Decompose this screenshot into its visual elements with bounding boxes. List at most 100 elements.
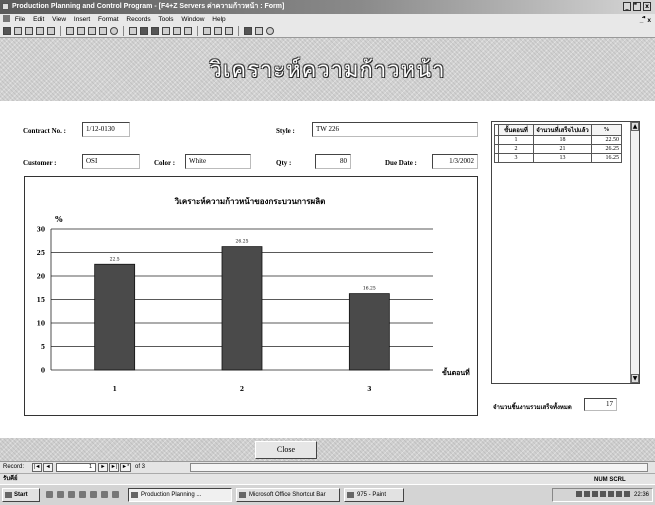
format-painter-icon[interactable]	[99, 27, 107, 35]
tray-icon[interactable]	[616, 491, 623, 497]
cut-icon[interactable]	[66, 27, 74, 35]
color-field[interactable]: White	[185, 154, 251, 169]
print-preview-icon[interactable]	[36, 27, 44, 35]
tray-icon[interactable]	[608, 491, 615, 497]
cell-completed[interactable]: 18	[533, 135, 592, 145]
window-titlebar[interactable]: Production Planning and Control Program …	[0, 0, 655, 14]
chart-frame: วิเคราะห์ความก้าวหน้าของกระบวนการผลิต % …	[24, 176, 478, 416]
clock[interactable]: 22:36	[634, 492, 649, 498]
cell-percent[interactable]: 16.25	[591, 153, 622, 163]
table-row[interactable]: 3 13 16.25	[494, 153, 622, 163]
menu-edit[interactable]: Edit	[33, 16, 44, 23]
menu-records[interactable]: Records	[126, 16, 150, 23]
x-axis-label: ขั้นตอนที่	[442, 366, 470, 377]
menu-tools[interactable]: Tools	[158, 16, 173, 23]
column-header-percent[interactable]: %	[591, 124, 622, 136]
window-title: Production Planning and Control Program …	[12, 3, 285, 10]
current-record-field[interactable]: 1	[56, 463, 96, 472]
scroll-up-icon[interactable]: ▲	[631, 122, 639, 131]
column-header-completed[interactable]: จำนวนที่เสร็จไปแล้ว	[533, 124, 592, 136]
apply-filter-icon[interactable]	[184, 27, 192, 35]
new-object-icon[interactable]	[255, 27, 263, 35]
close-button[interactable]: Close	[255, 441, 317, 459]
start-button[interactable]: Start	[2, 488, 40, 502]
new-record-button[interactable]: ►*	[120, 463, 131, 472]
scroll-down-icon[interactable]: ▼	[631, 374, 639, 383]
first-record-button[interactable]: |◄	[32, 463, 42, 472]
due-date-field[interactable]: 1/3/2002	[432, 154, 478, 169]
y-tick-label: 0	[41, 368, 45, 375]
previous-record-button[interactable]: ◄	[43, 463, 53, 472]
quicklaunch-media-icon[interactable]	[90, 491, 97, 498]
print-icon[interactable]	[25, 27, 33, 35]
cell-percent[interactable]: 22.50	[591, 135, 622, 145]
system-tray: 22:36	[552, 488, 653, 502]
tray-icon[interactable]	[592, 491, 599, 497]
filter-by-form-icon[interactable]	[173, 27, 181, 35]
status-bar: รับคีย์ NUM SCRL	[0, 473, 655, 484]
quicklaunch-access-icon[interactable]	[112, 491, 119, 498]
task-production-planning[interactable]: Production Planning ...	[128, 488, 232, 502]
toolbar-divider	[238, 26, 239, 36]
cell-step[interactable]: 1	[498, 135, 534, 145]
close-window-button[interactable]: x	[643, 2, 651, 11]
minimize-button[interactable]: _	[623, 2, 631, 11]
bar	[94, 263, 136, 371]
undo-icon[interactable]	[110, 27, 118, 35]
customer-field[interactable]: OSI	[82, 154, 140, 169]
tray-icon[interactable]	[624, 491, 631, 497]
next-record-button[interactable]: ►	[98, 463, 108, 472]
cell-percent[interactable]: 26.25	[591, 144, 622, 154]
column-header-step[interactable]: ขั้นตอนที่	[498, 124, 534, 136]
restore-button[interactable]: ื	[633, 2, 641, 11]
sort-ascending-icon[interactable]	[140, 27, 148, 35]
new-record-icon[interactable]	[214, 27, 222, 35]
save-icon[interactable]	[14, 27, 22, 35]
database-window-icon[interactable]	[244, 27, 252, 35]
menu-format[interactable]: Format	[98, 16, 119, 23]
spelling-icon[interactable]	[47, 27, 55, 35]
tray-icon[interactable]	[576, 491, 583, 497]
cell-completed[interactable]: 21	[533, 144, 592, 154]
menu-view[interactable]: View	[52, 16, 66, 23]
task-paint[interactable]: 975 - Paint	[344, 488, 404, 502]
quicklaunch-desktop-icon[interactable]	[68, 491, 75, 498]
cell-completed[interactable]: 13	[533, 153, 592, 163]
quicklaunch-word-icon[interactable]	[101, 491, 108, 498]
grid-vertical-scrollbar[interactable]: ▲ ▼	[630, 122, 639, 383]
qty-field[interactable]: 80	[315, 154, 351, 169]
toolbar-divider	[123, 26, 124, 36]
copy-icon[interactable]	[77, 27, 85, 35]
table-row[interactable]: 1 18 22.50	[494, 135, 622, 145]
cell-step[interactable]: 3	[498, 153, 534, 163]
office-assistant-icon[interactable]	[266, 27, 274, 35]
table-row[interactable]: 2 21 26.25	[494, 144, 622, 154]
total-field[interactable]: 17	[584, 398, 617, 411]
view-icon[interactable]	[3, 27, 11, 35]
tray-icon[interactable]	[600, 491, 607, 497]
insert-hyperlink-icon[interactable]	[129, 27, 137, 35]
progress-grid[interactable]: ขั้นตอนที่ จำนวนที่เสร็จไปแล้ว % 1 18 22…	[491, 121, 640, 384]
horizontal-scrollbar[interactable]	[190, 463, 648, 472]
progress-chart: วิเคราะห์ความก้าวหน้าของกระบวนการผลิต % …	[37, 196, 470, 393]
menu-file[interactable]: File	[15, 16, 25, 23]
style-field[interactable]: TW 226	[312, 122, 478, 137]
delete-record-icon[interactable]	[225, 27, 233, 35]
cell-step[interactable]: 2	[498, 144, 534, 154]
menu-insert[interactable]: Insert	[74, 16, 90, 23]
sort-descending-icon[interactable]	[151, 27, 159, 35]
contract-field[interactable]: 1/12-0130	[82, 122, 130, 137]
data-label: 16.25	[363, 286, 376, 292]
last-record-button[interactable]: ►|	[109, 463, 119, 472]
menu-help[interactable]: Help	[212, 16, 225, 23]
quicklaunch-outlook-icon[interactable]	[57, 491, 64, 498]
tray-icon[interactable]	[584, 491, 591, 497]
filter-by-selection-icon[interactable]	[162, 27, 170, 35]
paste-icon[interactable]	[88, 27, 96, 35]
menu-window[interactable]: Window	[181, 16, 204, 23]
quicklaunch-ie-icon[interactable]	[46, 491, 53, 498]
record-label: Record:	[3, 464, 25, 470]
quicklaunch-channels-icon[interactable]	[79, 491, 86, 498]
task-office-shortcut-bar[interactable]: Microsoft Office Shortcut Bar	[236, 488, 340, 502]
find-icon[interactable]	[203, 27, 211, 35]
